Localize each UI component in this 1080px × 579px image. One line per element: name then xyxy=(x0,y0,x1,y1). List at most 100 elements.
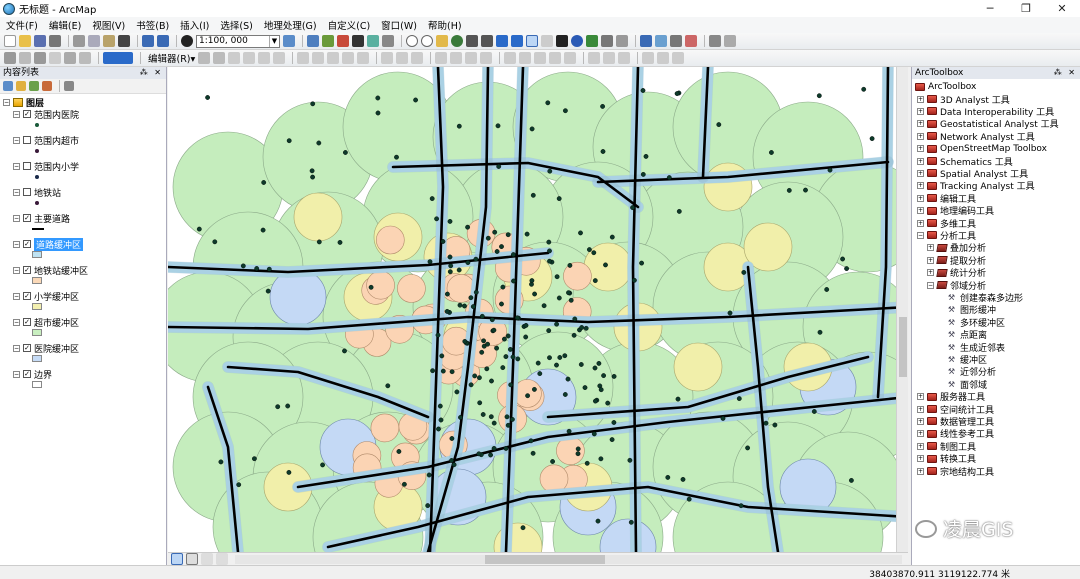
delete-icon[interactable] xyxy=(118,35,130,47)
cut-polygons-icon[interactable] xyxy=(327,52,340,64)
menu-geoprocessing[interactable]: 地理处理(G) xyxy=(264,18,317,32)
shift-georef-icon[interactable] xyxy=(465,52,478,64)
new-document-icon[interactable] xyxy=(4,35,16,47)
toolbox-item[interactable]: + 数据管理工具 xyxy=(917,415,994,428)
find-icon[interactable] xyxy=(640,35,652,47)
layer-visibility-checkbox[interactable]: ✓ xyxy=(23,292,31,300)
expand-icon[interactable]: + xyxy=(917,393,924,401)
layer-symbol[interactable] xyxy=(32,355,42,362)
layer-visibility-checkbox[interactable] xyxy=(23,136,31,144)
full-extent-icon[interactable] xyxy=(451,35,463,47)
layer-visibility-checkbox[interactable]: ✓ xyxy=(23,344,31,352)
fixed-zoom-in-icon[interactable] xyxy=(466,35,478,47)
expand-icon[interactable]: + xyxy=(917,417,924,425)
list-by-source-icon[interactable] xyxy=(16,81,26,91)
edit-annotation-icon[interactable] xyxy=(213,52,226,64)
toolbox-item[interactable]: + Geostatistical Analyst 工具 xyxy=(917,118,1059,130)
layer-row[interactable]: − ✓ 医院缓冲区 xyxy=(13,342,79,355)
layer-visibility-checkbox[interactable]: ✓ xyxy=(23,266,31,274)
forward-extent-icon[interactable] xyxy=(511,35,523,47)
refresh-icon[interactable] xyxy=(201,553,213,565)
scale-input[interactable]: 1:100, 000 ▼ xyxy=(196,34,280,48)
catalog-icon[interactable] xyxy=(322,35,334,47)
toolbox-item[interactable]: + 宗地结构工具 xyxy=(917,465,994,478)
layer-visibility-checkbox[interactable]: ✓ xyxy=(23,370,31,378)
search-window-icon[interactable] xyxy=(382,35,394,47)
fixed-zoom-out-icon[interactable] xyxy=(481,35,493,47)
minimize-button[interactable]: ─ xyxy=(972,0,1008,17)
snapping-icon[interactable] xyxy=(504,52,517,64)
spatial-adjust-icon[interactable] xyxy=(642,52,655,64)
layer-row[interactable]: − 地铁站 xyxy=(13,186,61,199)
toolbox-item[interactable]: + 线性参考工具 xyxy=(917,428,994,440)
toolbox-item[interactable]: + Data Interoperability 工具 xyxy=(917,105,1054,118)
scale-georef-icon[interactable] xyxy=(480,52,493,64)
expand-icon[interactable]: + xyxy=(917,430,924,438)
expand-icon[interactable]: + xyxy=(917,182,924,190)
attributes-icon[interactable] xyxy=(381,52,394,64)
collapse-icon[interactable]: − xyxy=(13,110,20,118)
arctoolbox-icon[interactable] xyxy=(337,35,349,47)
expand-icon[interactable]: + xyxy=(917,107,924,115)
layer-row[interactable]: − ✓ 主要道路 xyxy=(13,212,70,225)
paste-icon[interactable] xyxy=(103,35,115,47)
copy-icon[interactable] xyxy=(88,35,100,47)
layer-row[interactable]: − 范围内小学 xyxy=(13,160,79,173)
trace-icon[interactable] xyxy=(258,52,271,64)
open-icon[interactable] xyxy=(19,35,31,47)
layer-symbol[interactable] xyxy=(35,175,39,179)
toolbox-item[interactable]: − 分析工具 xyxy=(917,229,976,242)
split-icon[interactable] xyxy=(342,52,355,64)
collapse-icon[interactable]: − xyxy=(13,292,20,300)
expand-icon[interactable]: + xyxy=(927,244,934,252)
expand-icon[interactable]: + xyxy=(917,194,924,202)
table-icon[interactable] xyxy=(307,35,319,47)
toolbox-item[interactable]: + 地理编码工具 xyxy=(917,205,994,217)
tool-item[interactable]: ⚒ 生成近邻表 xyxy=(937,341,1005,354)
toolbox-item[interactable]: + 服务器工具 xyxy=(917,391,985,403)
menu-view[interactable]: 视图(V) xyxy=(92,18,125,32)
clear-selection-icon[interactable] xyxy=(541,35,553,47)
fill-color-icon[interactable] xyxy=(64,52,76,64)
toolset-item[interactable]: + 提取分析 xyxy=(927,254,986,267)
collapse-icon[interactable]: − xyxy=(13,318,20,326)
layer-symbol[interactable] xyxy=(35,201,39,205)
expand-icon[interactable]: + xyxy=(917,219,924,227)
expand-icon[interactable]: + xyxy=(917,95,924,103)
layer-symbol[interactable] xyxy=(35,123,39,127)
toolbox-item[interactable]: + 空间统计工具 xyxy=(917,403,994,416)
layer-symbol[interactable] xyxy=(32,228,44,230)
layer-symbol[interactable] xyxy=(32,277,42,284)
layers-root[interactable]: − 图层 xyxy=(3,96,44,109)
expand-icon[interactable]: + xyxy=(917,120,924,128)
dropdown-icon[interactable] xyxy=(34,52,46,64)
pin-close-icon[interactable]: ⁂ ✕ xyxy=(140,67,163,79)
create-features-icon[interactable] xyxy=(411,52,424,64)
expand-icon[interactable]: + xyxy=(917,405,924,413)
editor-toolbar-icon[interactable] xyxy=(283,35,295,47)
toolbox-item[interactable]: +3D Analyst 工具 xyxy=(917,93,1010,106)
options-icon[interactable] xyxy=(64,81,74,91)
tool-item[interactable]: ⚒ 面邻域 xyxy=(937,378,987,391)
color-swatch[interactable] xyxy=(103,52,133,64)
python-icon[interactable] xyxy=(352,35,364,47)
pause-drawing-icon[interactable] xyxy=(216,553,228,565)
tool-item[interactable]: ⚒ 缓冲区 xyxy=(937,353,987,366)
pan-icon[interactable] xyxy=(436,35,448,47)
expand-icon[interactable]: + xyxy=(927,256,934,264)
cut-icon[interactable] xyxy=(73,35,85,47)
toolbox-item[interactable]: + 编辑工具 xyxy=(917,192,976,205)
goto-xy-icon[interactable] xyxy=(670,35,682,47)
layer-row[interactable]: − ✓ 道路缓冲区 xyxy=(13,237,84,251)
layout-view-button-icon[interactable] xyxy=(186,553,198,565)
point-icon[interactable] xyxy=(273,52,286,64)
viewer-icon[interactable] xyxy=(709,35,721,47)
scroll-thumb[interactable] xyxy=(899,317,907,377)
select-elements-icon[interactable] xyxy=(556,35,568,47)
expand-icon[interactable]: + xyxy=(917,467,924,475)
collapse-icon[interactable]: − xyxy=(13,188,20,196)
toolbox-item[interactable]: + 制图工具 xyxy=(917,440,976,453)
layer-visibility-checkbox[interactable]: ✓ xyxy=(23,110,31,118)
collapse-icon[interactable]: − xyxy=(13,370,20,378)
layer-visibility-checkbox[interactable]: ✓ xyxy=(23,240,31,248)
